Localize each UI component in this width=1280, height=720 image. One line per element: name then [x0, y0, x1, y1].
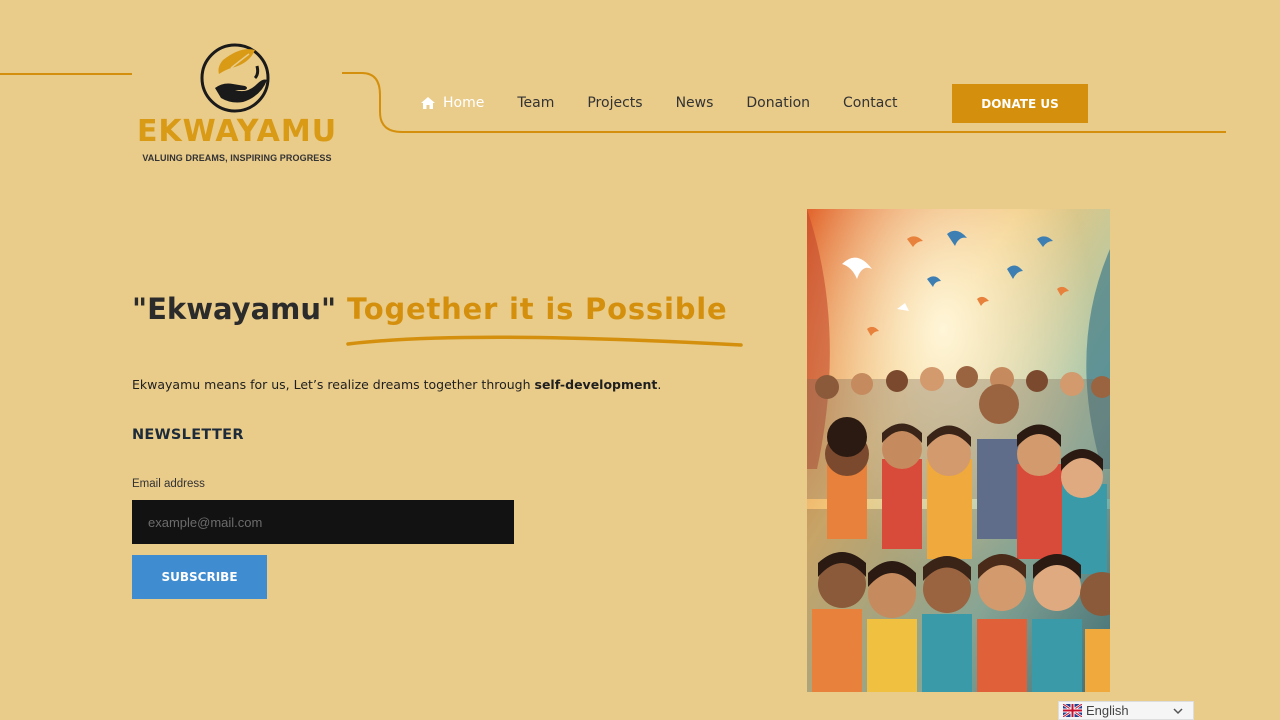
nav-item-news[interactable]: News	[676, 95, 714, 111]
chevron-down-icon	[1173, 708, 1183, 715]
brand-name: EKWAYAMU	[136, 114, 338, 149]
children-birds-illustration	[807, 209, 1110, 692]
intro-text-bold: self-development	[534, 377, 658, 392]
brand-logo[interactable]: EKWAYAMU VALUING DREAMS, INSPIRING PROGR…	[132, 40, 342, 170]
main-navigation: Home Team Projects News Donation Contact	[420, 92, 931, 114]
nav-item-label: Home	[443, 95, 485, 111]
home-icon	[421, 97, 435, 109]
intro-text: Ekwayamu means for us, Let’s realize dre…	[132, 377, 661, 392]
intro-text-end: .	[657, 377, 662, 392]
hero-illustration	[807, 209, 1110, 692]
brand-tagline: VALUING DREAMS, INSPIRING PROGRESS	[142, 153, 332, 163]
donate-button[interactable]: DONATE US	[952, 84, 1088, 123]
newsletter-title: NEWSLETTER	[132, 427, 244, 443]
language-label: English	[1086, 703, 1129, 718]
nav-item-contact[interactable]: Contact	[843, 95, 897, 111]
intro-text-main: Ekwayamu means for us, Let’s realize dre…	[132, 377, 535, 392]
uk-flag-icon	[1063, 704, 1082, 717]
nav-item-donation[interactable]: Donation	[746, 95, 810, 111]
nav-item-home[interactable]: Home	[420, 95, 484, 111]
email-label: Email address	[132, 478, 205, 490]
subscribe-button[interactable]: SUBSCRIBE	[132, 555, 267, 599]
hands-leaf-logo-icon	[200, 43, 270, 113]
hero-title: "Ekwayamu"	[132, 292, 337, 326]
highlight-underline	[346, 335, 743, 347]
email-field[interactable]	[132, 500, 514, 544]
nav-item-projects[interactable]: Projects	[587, 95, 642, 111]
nav-item-team[interactable]: Team	[517, 95, 554, 111]
language-selector[interactable]: English	[1058, 701, 1194, 720]
hero-highlight: Together it is Possible	[347, 292, 728, 326]
